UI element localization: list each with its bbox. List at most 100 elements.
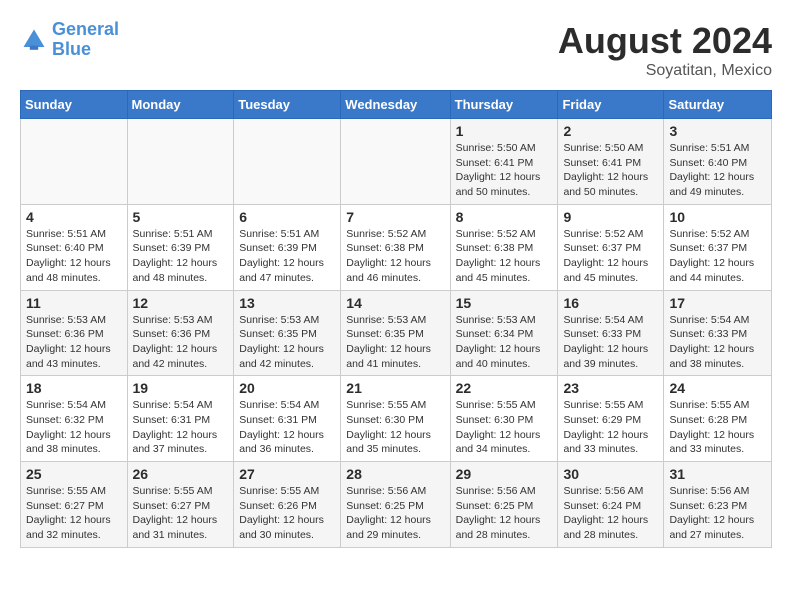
day-info: Sunrise: 5:55 AM Sunset: 6:27 PM Dayligh…: [26, 484, 122, 543]
table-row: 9 Sunrise: 5:52 AM Sunset: 6:37 PM Daylig…: [558, 204, 664, 290]
table-row: 3Sunrise: 5:51 AM Sunset: 6:40 PM Daylig…: [664, 119, 772, 205]
day-number: 26: [133, 466, 229, 482]
day-info: Sunrise: 5:51 AM Sunset: 6:40 PM Dayligh…: [26, 227, 122, 286]
day-info: Sunrise: 5:52 AM Sunset: 6:37 PM Dayligh…: [669, 227, 766, 286]
day-number: 10: [669, 209, 766, 225]
table-row: 11 Sunrise: 5:53 AM Sunset: 6:36 PM Dayli…: [21, 290, 128, 376]
day-info: Sunrise: 5:52 AM Sunset: 6:38 PM Dayligh…: [456, 227, 553, 286]
logo-icon: [20, 26, 48, 54]
table-row: 22Sunrise: 5:55 AM Sunset: 6:30 PM Dayli…: [450, 376, 558, 462]
day-info: Sunrise: 5:53 AM Sunset: 6:35 PM Dayligh…: [239, 313, 335, 372]
page-header: General Blue August 2024 Soyatitan, Mexi…: [20, 20, 772, 80]
day-number: 19: [133, 380, 229, 396]
day-number: 18: [26, 380, 122, 396]
table-row: 8 Sunrise: 5:52 AM Sunset: 6:38 PM Daylig…: [450, 204, 558, 290]
header-tuesday: Tuesday: [234, 91, 341, 119]
day-number: 28: [346, 466, 444, 482]
day-number: 8: [456, 209, 553, 225]
table-row: [127, 119, 234, 205]
day-info: Sunrise: 5:53 AM Sunset: 6:36 PM Dayligh…: [133, 313, 229, 372]
table-row: 2Sunrise: 5:50 AM Sunset: 6:41 PM Daylig…: [558, 119, 664, 205]
day-info: Sunrise: 5:51 AM Sunset: 6:39 PM Dayligh…: [133, 227, 229, 286]
logo-general: General: [52, 19, 119, 39]
day-number: 25: [26, 466, 122, 482]
day-number: 24: [669, 380, 766, 396]
day-info: Sunrise: 5:54 AM Sunset: 6:33 PM Dayligh…: [669, 313, 766, 372]
day-info: Sunrise: 5:50 AM Sunset: 6:41 PM Dayligh…: [563, 141, 658, 200]
table-row: 14Sunrise: 5:53 AM Sunset: 6:35 PM Dayli…: [341, 290, 450, 376]
day-number: 17: [669, 295, 766, 311]
table-row: [234, 119, 341, 205]
table-row: 21Sunrise: 5:55 AM Sunset: 6:30 PM Dayli…: [341, 376, 450, 462]
day-number: 7: [346, 209, 444, 225]
header-sunday: Sunday: [21, 91, 128, 119]
day-number: 13: [239, 295, 335, 311]
table-row: 6 Sunrise: 5:51 AM Sunset: 6:39 PM Daylig…: [234, 204, 341, 290]
day-info: Sunrise: 5:56 AM Sunset: 6:24 PM Dayligh…: [563, 484, 658, 543]
table-row: 4 Sunrise: 5:51 AM Sunset: 6:40 PM Daylig…: [21, 204, 128, 290]
day-info: Sunrise: 5:54 AM Sunset: 6:31 PM Dayligh…: [133, 398, 229, 457]
table-row: 31Sunrise: 5:56 AM Sunset: 6:23 PM Dayli…: [664, 462, 772, 548]
day-number: 29: [456, 466, 553, 482]
logo: General Blue: [20, 20, 119, 60]
day-info: Sunrise: 5:52 AM Sunset: 6:38 PM Dayligh…: [346, 227, 444, 286]
day-info: Sunrise: 5:55 AM Sunset: 6:27 PM Dayligh…: [133, 484, 229, 543]
day-number: 4: [26, 209, 122, 225]
table-row: 25 Sunrise: 5:55 AM Sunset: 6:27 PM Dayli…: [21, 462, 128, 548]
month-year-title: August 2024: [558, 20, 772, 62]
table-row: 27 Sunrise: 5:55 AM Sunset: 6:26 PM Dayli…: [234, 462, 341, 548]
day-number: 15: [456, 295, 553, 311]
table-row: 19 Sunrise: 5:54 AM Sunset: 6:31 PM Dayli…: [127, 376, 234, 462]
day-number: 27: [239, 466, 335, 482]
day-number: 5: [133, 209, 229, 225]
table-row: 10 Sunrise: 5:52 AM Sunset: 6:37 PM Dayli…: [664, 204, 772, 290]
day-info: Sunrise: 5:54 AM Sunset: 6:32 PM Dayligh…: [26, 398, 122, 457]
table-row: 23 Sunrise: 5:55 AM Sunset: 6:29 PM Dayli…: [558, 376, 664, 462]
table-row: 12Sunrise: 5:53 AM Sunset: 6:36 PM Dayli…: [127, 290, 234, 376]
day-info: Sunrise: 5:54 AM Sunset: 6:33 PM Dayligh…: [563, 313, 658, 372]
table-row: 17 Sunrise: 5:54 AM Sunset: 6:33 PM Dayli…: [664, 290, 772, 376]
calendar-week-row: 11 Sunrise: 5:53 AM Sunset: 6:36 PM Dayli…: [21, 290, 772, 376]
day-info: Sunrise: 5:51 AM Sunset: 6:39 PM Dayligh…: [239, 227, 335, 286]
day-number: 16: [563, 295, 658, 311]
day-number: 1: [456, 123, 553, 139]
day-number: 23: [563, 380, 658, 396]
day-info: Sunrise: 5:50 AM Sunset: 6:41 PM Dayligh…: [456, 141, 553, 200]
table-row: [21, 119, 128, 205]
day-info: Sunrise: 5:55 AM Sunset: 6:26 PM Dayligh…: [239, 484, 335, 543]
day-number: 31: [669, 466, 766, 482]
day-number: 9: [563, 209, 658, 225]
table-row: 24 Sunrise: 5:55 AM Sunset: 6:28 PM Dayli…: [664, 376, 772, 462]
header-wednesday: Wednesday: [341, 91, 450, 119]
day-number: 21: [346, 380, 444, 396]
table-row: 1 Sunrise: 5:50 AM Sunset: 6:41 PM Daylig…: [450, 119, 558, 205]
table-row: 26 Sunrise: 5:55 AM Sunset: 6:27 PM Dayli…: [127, 462, 234, 548]
table-row: 29 Sunrise: 5:56 AM Sunset: 6:25 PM Dayli…: [450, 462, 558, 548]
header-thursday: Thursday: [450, 91, 558, 119]
logo-text: General Blue: [52, 20, 119, 60]
day-number: 6: [239, 209, 335, 225]
calendar-week-row: 4 Sunrise: 5:51 AM Sunset: 6:40 PM Daylig…: [21, 204, 772, 290]
table-row: 16 Sunrise: 5:54 AM Sunset: 6:33 PM Dayli…: [558, 290, 664, 376]
day-number: 20: [239, 380, 335, 396]
header-friday: Friday: [558, 91, 664, 119]
table-row: 15 Sunrise: 5:53 AM Sunset: 6:34 PM Dayli…: [450, 290, 558, 376]
day-info: Sunrise: 5:53 AM Sunset: 6:35 PM Dayligh…: [346, 313, 444, 372]
day-info: Sunrise: 5:54 AM Sunset: 6:31 PM Dayligh…: [239, 398, 335, 457]
header-monday: Monday: [127, 91, 234, 119]
header-saturday: Saturday: [664, 91, 772, 119]
day-info: Sunrise: 5:56 AM Sunset: 6:25 PM Dayligh…: [456, 484, 553, 543]
day-info: Sunrise: 5:53 AM Sunset: 6:36 PM Dayligh…: [26, 313, 122, 372]
table-row: 18 Sunrise: 5:54 AM Sunset: 6:32 PM Dayli…: [21, 376, 128, 462]
day-info: Sunrise: 5:51 AM Sunset: 6:40 PM Dayligh…: [669, 141, 766, 200]
table-row: [341, 119, 450, 205]
table-row: 28Sunrise: 5:56 AM Sunset: 6:25 PM Dayli…: [341, 462, 450, 548]
day-info: Sunrise: 5:55 AM Sunset: 6:29 PM Dayligh…: [563, 398, 658, 457]
table-row: 20 Sunrise: 5:54 AM Sunset: 6:31 PM Dayli…: [234, 376, 341, 462]
day-info: Sunrise: 5:55 AM Sunset: 6:28 PM Dayligh…: [669, 398, 766, 457]
day-info: Sunrise: 5:53 AM Sunset: 6:34 PM Dayligh…: [456, 313, 553, 372]
day-info: Sunrise: 5:55 AM Sunset: 6:30 PM Dayligh…: [456, 398, 553, 457]
location-subtitle: Soyatitan, Mexico: [558, 62, 772, 80]
day-info: Sunrise: 5:52 AM Sunset: 6:37 PM Dayligh…: [563, 227, 658, 286]
day-number: 11: [26, 295, 122, 311]
